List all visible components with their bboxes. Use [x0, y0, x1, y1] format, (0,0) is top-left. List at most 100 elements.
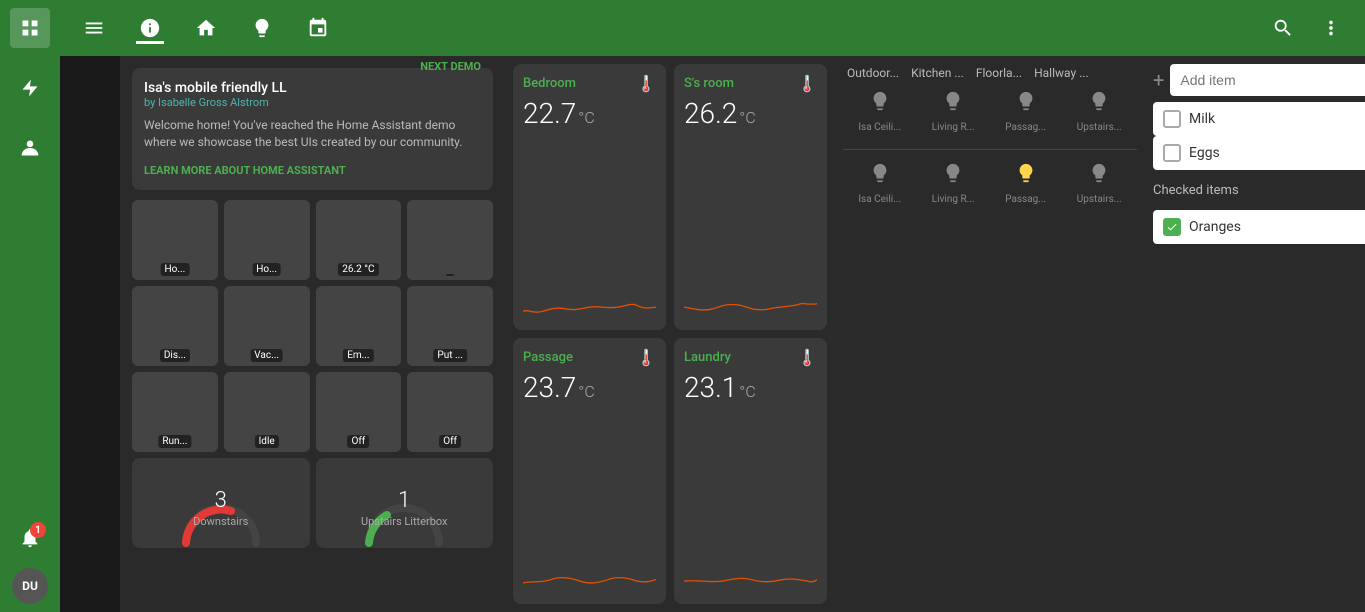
room-name: Passage: [523, 350, 573, 365]
thermometer-icon: 🌡️: [636, 74, 656, 93]
lights-tab-1[interactable]: Kitchen ...: [907, 64, 968, 82]
checked-items-list: Oranges: [1153, 210, 1365, 244]
shopping-item-checkbox[interactable]: [1163, 144, 1181, 162]
lights-row2: Isa Ceili... Living R... Passag... Ups: [843, 162, 1137, 205]
gauge-tiles: 3 Downstairs 1 Upstairs Litterbox: [132, 458, 493, 548]
camera-grid-item[interactable]: Ho...: [132, 200, 218, 280]
topbar-search-icon[interactable]: [1265, 10, 1301, 46]
room-header: S's room 🌡️: [684, 74, 817, 93]
lamp-icon: [942, 90, 964, 118]
shopping-list-item: Eggs: [1153, 136, 1365, 170]
light-label: Passag...: [1005, 122, 1046, 133]
shopping-item-checkbox[interactable]: [1163, 110, 1181, 128]
add-plus-icon[interactable]: +: [1153, 68, 1164, 92]
shopping-item-name: Eggs: [1189, 145, 1220, 161]
room-temp-value: 22.7: [523, 97, 576, 130]
lights-divider: [843, 149, 1137, 150]
light-label: Living R...: [932, 122, 975, 133]
light-item-lights-row2-1[interactable]: Living R...: [932, 162, 975, 205]
room-name: S's room: [684, 76, 734, 91]
topbar-info-icon[interactable]: [132, 10, 168, 46]
camera-grid-item[interactable]: Put ...: [407, 286, 493, 366]
lights-panel: Outdoor...Kitchen ...Floorla...Hallway .…: [835, 56, 1145, 612]
topbar-network-icon[interactable]: [300, 10, 336, 46]
topbar-home-icon[interactable]: [188, 10, 224, 46]
room-header: Passage 🌡️: [523, 348, 656, 367]
room-card[interactable]: Laundry 🌡️ 23.1 °C: [674, 338, 827, 604]
thermometer-icon: 🌡️: [636, 348, 656, 367]
room-temp: 22.7 °C: [523, 97, 656, 130]
topbar-menu-icon[interactable]: [76, 10, 112, 46]
light-item-lights-row2-3[interactable]: Upstairs...: [1077, 162, 1122, 205]
lights-tab-2[interactable]: Floorla...: [972, 64, 1026, 82]
rooms-panel: Bedroom 🌡️ 22.7 °C S's room 🌡️ 26.2 °C: [505, 56, 835, 612]
camera-grid-item[interactable]: Off: [407, 372, 493, 452]
left-panel: Isa's mobile friendly LL by Isabelle Gro…: [120, 56, 505, 612]
author-link[interactable]: by Isabelle Gross Alstrom: [144, 96, 287, 109]
litterbox-label: Upstairs Litterbox: [361, 515, 448, 528]
lamp-icon: [1015, 162, 1037, 190]
room-chart: [523, 564, 656, 594]
camera-grid-item[interactable]: Dis...: [132, 286, 218, 366]
light-item-lights-row2-2[interactable]: Passag...: [1005, 162, 1046, 205]
upstairs-litterbox-gauge[interactable]: 1 Upstairs Litterbox: [316, 458, 494, 548]
sidebar-icon-lightning[interactable]: [10, 68, 50, 108]
sidebar-icon-grid[interactable]: [10, 8, 50, 48]
downstairs-gauge[interactable]: 3 Downstairs: [132, 458, 310, 548]
topbar-more-icon[interactable]: [1313, 10, 1349, 46]
learn-more-link[interactable]: LEARN MORE ABOUT HOME ASSISTANT: [144, 164, 346, 177]
camera-grid-item[interactable]: Vac...: [224, 286, 310, 366]
light-label: Passag...: [1005, 194, 1046, 205]
light-label: Isa Ceili...: [858, 122, 901, 133]
shopping-items-list: Milk Eggs: [1153, 102, 1365, 170]
lamp-icon: [1015, 90, 1037, 118]
topbar-bulb-icon[interactable]: [244, 10, 280, 46]
camera-grid-item[interactable]: Idle: [224, 372, 310, 452]
room-card[interactable]: Bedroom 🌡️ 22.7 °C: [513, 64, 666, 330]
downstairs-label: Downstairs: [193, 515, 248, 528]
lamp-icon: [1088, 162, 1110, 190]
room-temp: 23.7 °C: [523, 371, 656, 404]
camera-grid-item[interactable]: Run...: [132, 372, 218, 452]
lights-tab-3[interactable]: Hallway ...: [1030, 64, 1093, 82]
light-item-lights-row2-0[interactable]: Isa Ceili...: [858, 162, 901, 205]
user-avatar[interactable]: DU: [12, 568, 48, 604]
room-temp-value: 26.2: [684, 97, 737, 130]
thermometer-icon: 🌡️: [797, 74, 817, 93]
camera-grid-item[interactable]: Off: [316, 372, 402, 452]
notification-bell[interactable]: 1: [12, 520, 48, 556]
add-item-row: +: [1153, 64, 1365, 96]
light-item-lights-row1-2[interactable]: Passag...: [1005, 90, 1046, 133]
light-item-lights-row1-0[interactable]: Isa Ceili...: [858, 90, 901, 133]
camera-grid-item[interactable]: Ho...: [224, 200, 310, 280]
camera-grid-item[interactable]: 26.2 °C: [316, 200, 402, 280]
next-demo-button[interactable]: NEXT DEMO: [420, 60, 481, 73]
sidebar-icon-person[interactable]: [10, 128, 50, 168]
lights-tab-0[interactable]: Outdoor...: [843, 64, 903, 82]
shopping-checked-checkbox[interactable]: [1163, 218, 1181, 236]
camera-grid-item[interactable]: [407, 200, 493, 280]
room-unit: °C: [739, 108, 755, 127]
room-name: Bedroom: [523, 76, 576, 91]
room-card[interactable]: Passage 🌡️ 23.7 °C: [513, 338, 666, 604]
room-name: Laundry: [684, 350, 731, 365]
shopping-panel: + Milk Eggs Checked items Oranges: [1145, 56, 1365, 612]
shopping-list-item: Milk: [1153, 102, 1365, 136]
room-chart: [523, 290, 656, 320]
light-item-lights-row1-3[interactable]: Upstairs...: [1077, 90, 1122, 133]
sidebar: 1 DU: [0, 0, 60, 612]
add-item-input[interactable]: [1170, 64, 1365, 96]
downstairs-count: 3: [215, 488, 227, 513]
welcome-card: Isa's mobile friendly LL by Isabelle Gro…: [132, 68, 493, 190]
camera-grid-item[interactable]: Em...: [316, 286, 402, 366]
camera-grid: Ho...Ho...26.2 °CDis...Vac...Em...Put ..…: [132, 200, 493, 452]
lamp-icon: [869, 90, 891, 118]
checked-items-header: Checked items: [1153, 176, 1365, 204]
room-card[interactable]: S's room 🌡️ 26.2 °C: [674, 64, 827, 330]
topbar: [60, 0, 1365, 56]
main-content: Isa's mobile friendly LL by Isabelle Gro…: [120, 56, 1365, 612]
lights-row1: Isa Ceili... Living R... Passag... Ups: [843, 90, 1137, 133]
light-item-lights-row1-1[interactable]: Living R...: [932, 90, 975, 133]
shopping-checked-item: Oranges: [1153, 210, 1365, 244]
room-chart: [684, 564, 817, 594]
